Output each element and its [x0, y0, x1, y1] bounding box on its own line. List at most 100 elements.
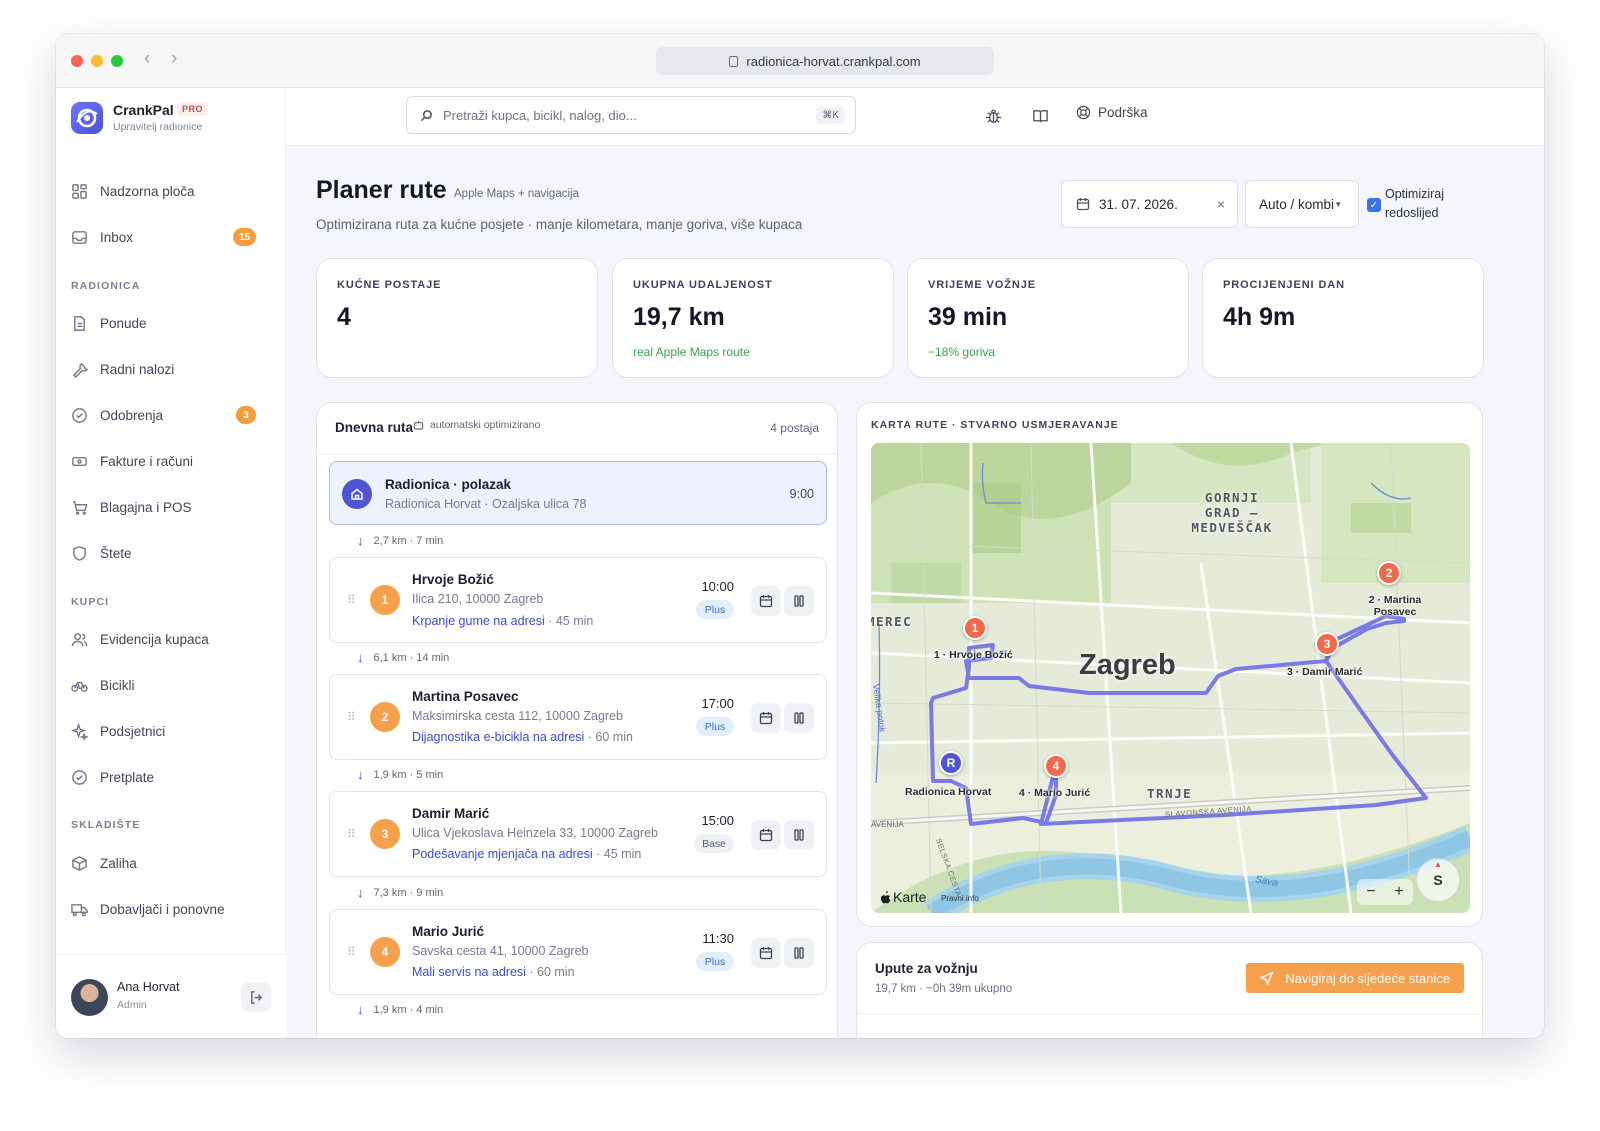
- sidebar-item-label: Podsjetnici: [100, 723, 166, 739]
- vehicle-select[interactable]: Auto / kombi ▾: [1245, 180, 1359, 228]
- service-duration: · 60 min: [529, 965, 575, 979]
- search-input[interactable]: Pretraži kupca, bicikl, nalog, dio... ⌘K: [406, 96, 856, 134]
- pause-button[interactable]: [784, 586, 814, 616]
- sidebar-item-bicikli[interactable]: Bicikli: [71, 670, 271, 700]
- pause-button[interactable]: [784, 820, 814, 850]
- minimize-window-button[interactable]: [91, 55, 103, 67]
- stat-card-estimated-day: PROCIJENJENI DAN 4h 9m: [1202, 258, 1484, 378]
- service-link[interactable]: Krpanje gume na adresi: [412, 614, 545, 628]
- leg-label: 1,9 km · 5 min: [373, 768, 444, 781]
- district-label: TRNJE: [1147, 786, 1193, 801]
- service-link[interactable]: Podešavanje mjenjača na adresi: [412, 847, 593, 861]
- sidebar-item-inbox[interactable]: Inbox 15: [71, 222, 271, 252]
- sidebar-item-podsjetnici[interactable]: Podsjetnici: [71, 716, 271, 746]
- stop-address: Maksimirska cesta 112, 10000 Zagreb: [412, 709, 623, 723]
- date-value: 31. 07. 2026.: [1099, 196, 1178, 212]
- user-name: Ana Horvat: [117, 980, 180, 994]
- clear-date-icon[interactable]: ×: [1217, 196, 1225, 212]
- maximize-window-button[interactable]: [111, 55, 123, 67]
- stat-note: real Apple Maps route: [633, 345, 750, 359]
- book-icon[interactable]: [1032, 108, 1049, 125]
- route-stop[interactable]: ⠿ 4 Mario Jurić Savska cesta 41, 10000 Z…: [329, 909, 827, 995]
- sidebar-item-odobrenja[interactable]: Odobrenja 3: [71, 400, 271, 430]
- avatar[interactable]: [71, 979, 108, 1016]
- navigate-next-stop-button[interactable]: Navigiraj do sljedeće stanice: [1246, 963, 1464, 993]
- bug-icon[interactable]: [985, 108, 1002, 125]
- route-map-panel: KARTA RUTE · STVARNO USMJERAVANJE GORNJI…: [856, 402, 1483, 927]
- sidebar-item-pretplate[interactable]: Pretplate: [71, 762, 271, 792]
- road-label: AVENIJA: [871, 820, 904, 829]
- vehicle-value: Auto / kombi: [1259, 196, 1335, 212]
- schedule-button[interactable]: [751, 586, 781, 616]
- arrow-down-icon: ↓: [357, 1002, 364, 1017]
- app: CrankPal PRO Upravitelj radionice Nadzor…: [56, 88, 1544, 1038]
- apple-maps-attribution: Karte: [880, 889, 926, 905]
- map-marker-2[interactable]: 2: [1377, 561, 1401, 585]
- zoom-out-button[interactable]: −: [1366, 883, 1375, 901]
- service-duration: · 45 min: [548, 614, 594, 628]
- sidebar-item-fakture[interactable]: Fakture i računi: [71, 446, 271, 476]
- service-link[interactable]: Mali servis na adresi: [412, 965, 526, 979]
- start-time: 9:00: [789, 487, 814, 501]
- map-marker-4[interactable]: 4: [1044, 754, 1068, 778]
- stat-value: 39 min: [928, 303, 1008, 331]
- service-link[interactable]: Dijagnostika e-bicikla na adresi: [412, 730, 584, 744]
- back-icon[interactable]: ‹: [144, 48, 150, 70]
- directions-summary: 19,7 km · ~0h 39m ukupno: [875, 983, 1013, 995]
- map-marker-workshop[interactable]: R: [939, 751, 963, 775]
- optimize-checkbox[interactable]: ✓: [1367, 198, 1381, 212]
- logout-icon: [250, 990, 262, 1004]
- stat-card-stops: KUĆNE POSTAJE 4: [316, 258, 598, 378]
- support-link[interactable]: Podrška: [1076, 105, 1148, 120]
- calendar-icon: [759, 595, 773, 608]
- start-name: Radionica · polazak: [385, 477, 512, 492]
- sidebar-item-blagajna[interactable]: Blagajna i POS: [71, 492, 271, 522]
- sidebar-item-label: Radni nalozi: [100, 361, 175, 377]
- schedule-button[interactable]: [751, 938, 781, 968]
- sidebar-item-ponude[interactable]: Ponude: [71, 308, 271, 338]
- route-map[interactable]: GORNJI GRAD – MEDVEŠČAK TRNJE MEREC Zagr…: [871, 443, 1470, 913]
- sidebar-item-evidencija-kupaca[interactable]: Evidencija kupaca: [71, 624, 271, 654]
- drag-handle-icon[interactable]: ⠿: [347, 710, 357, 724]
- compass-button[interactable]: ▲ S: [1416, 858, 1460, 902]
- date-picker[interactable]: 31. 07. 2026. ×: [1061, 180, 1238, 228]
- address-bar[interactable]: radionica-horvat.crankpal.com: [656, 47, 994, 75]
- drag-handle-icon[interactable]: ⠿: [347, 827, 357, 841]
- pause-icon: [794, 829, 804, 841]
- stop-number: 4: [370, 937, 400, 967]
- drag-handle-icon[interactable]: ⠿: [347, 593, 357, 607]
- sidebar-item-label: Štete: [100, 545, 132, 561]
- drag-handle-icon[interactable]: ⠿: [347, 945, 357, 959]
- zoom-in-button[interactable]: +: [1394, 883, 1403, 901]
- bike-icon: [71, 681, 88, 692]
- leg-label: 7,3 km · 9 min: [373, 886, 444, 899]
- start-stop[interactable]: Radionica · polazak Radionica Horvat · O…: [329, 461, 827, 525]
- sidebar-item-radni-nalozi[interactable]: Radni nalozi: [71, 354, 271, 384]
- support-label: Podrška: [1098, 105, 1148, 120]
- stop-service: Mali servis na adresi · 60 min: [412, 965, 575, 979]
- route-stop[interactable]: ⠿ 3 Damir Marić Ulica Vjekoslava Heinzel…: [329, 791, 827, 877]
- forward-icon[interactable]: ›: [171, 48, 177, 70]
- map-marker-1[interactable]: 1: [963, 616, 987, 640]
- cart-icon: [72, 500, 88, 515]
- sidebar-item-zaliha[interactable]: Zaliha: [71, 848, 271, 878]
- map-marker-3[interactable]: 3: [1315, 632, 1339, 656]
- sidebar-item-dashboard[interactable]: Nadzorna ploča: [71, 176, 271, 206]
- leg-info: ↓ 6,1 km · 14 min: [357, 650, 449, 665]
- close-window-button[interactable]: [71, 55, 83, 67]
- sidebar-item-label: Pretplate: [100, 769, 155, 785]
- navigation-arrow-icon: [1260, 971, 1274, 985]
- pause-button[interactable]: [784, 938, 814, 968]
- directions-title: Upute za vožnju: [875, 961, 978, 976]
- schedule-button[interactable]: [751, 703, 781, 733]
- pause-button[interactable]: [784, 703, 814, 733]
- route-stop[interactable]: ⠿ 1 Hrvoje Božić Ilica 210, 10000 Zagreb…: [329, 557, 827, 643]
- route-stop[interactable]: ⠿ 2 Martina Posavec Maksimirska cesta 11…: [329, 674, 827, 760]
- legal-link[interactable]: Pravni info: [941, 894, 979, 903]
- brand-name: CrankPal: [113, 102, 174, 118]
- sidebar-item-dobavljaci[interactable]: Dobavljači i ponovne: [71, 894, 271, 924]
- schedule-button[interactable]: [751, 820, 781, 850]
- sidebar-item-stete[interactable]: Štete: [71, 538, 271, 568]
- sidebar-item-label: Odobrenja: [100, 407, 164, 423]
- logout-button[interactable]: [241, 982, 271, 1012]
